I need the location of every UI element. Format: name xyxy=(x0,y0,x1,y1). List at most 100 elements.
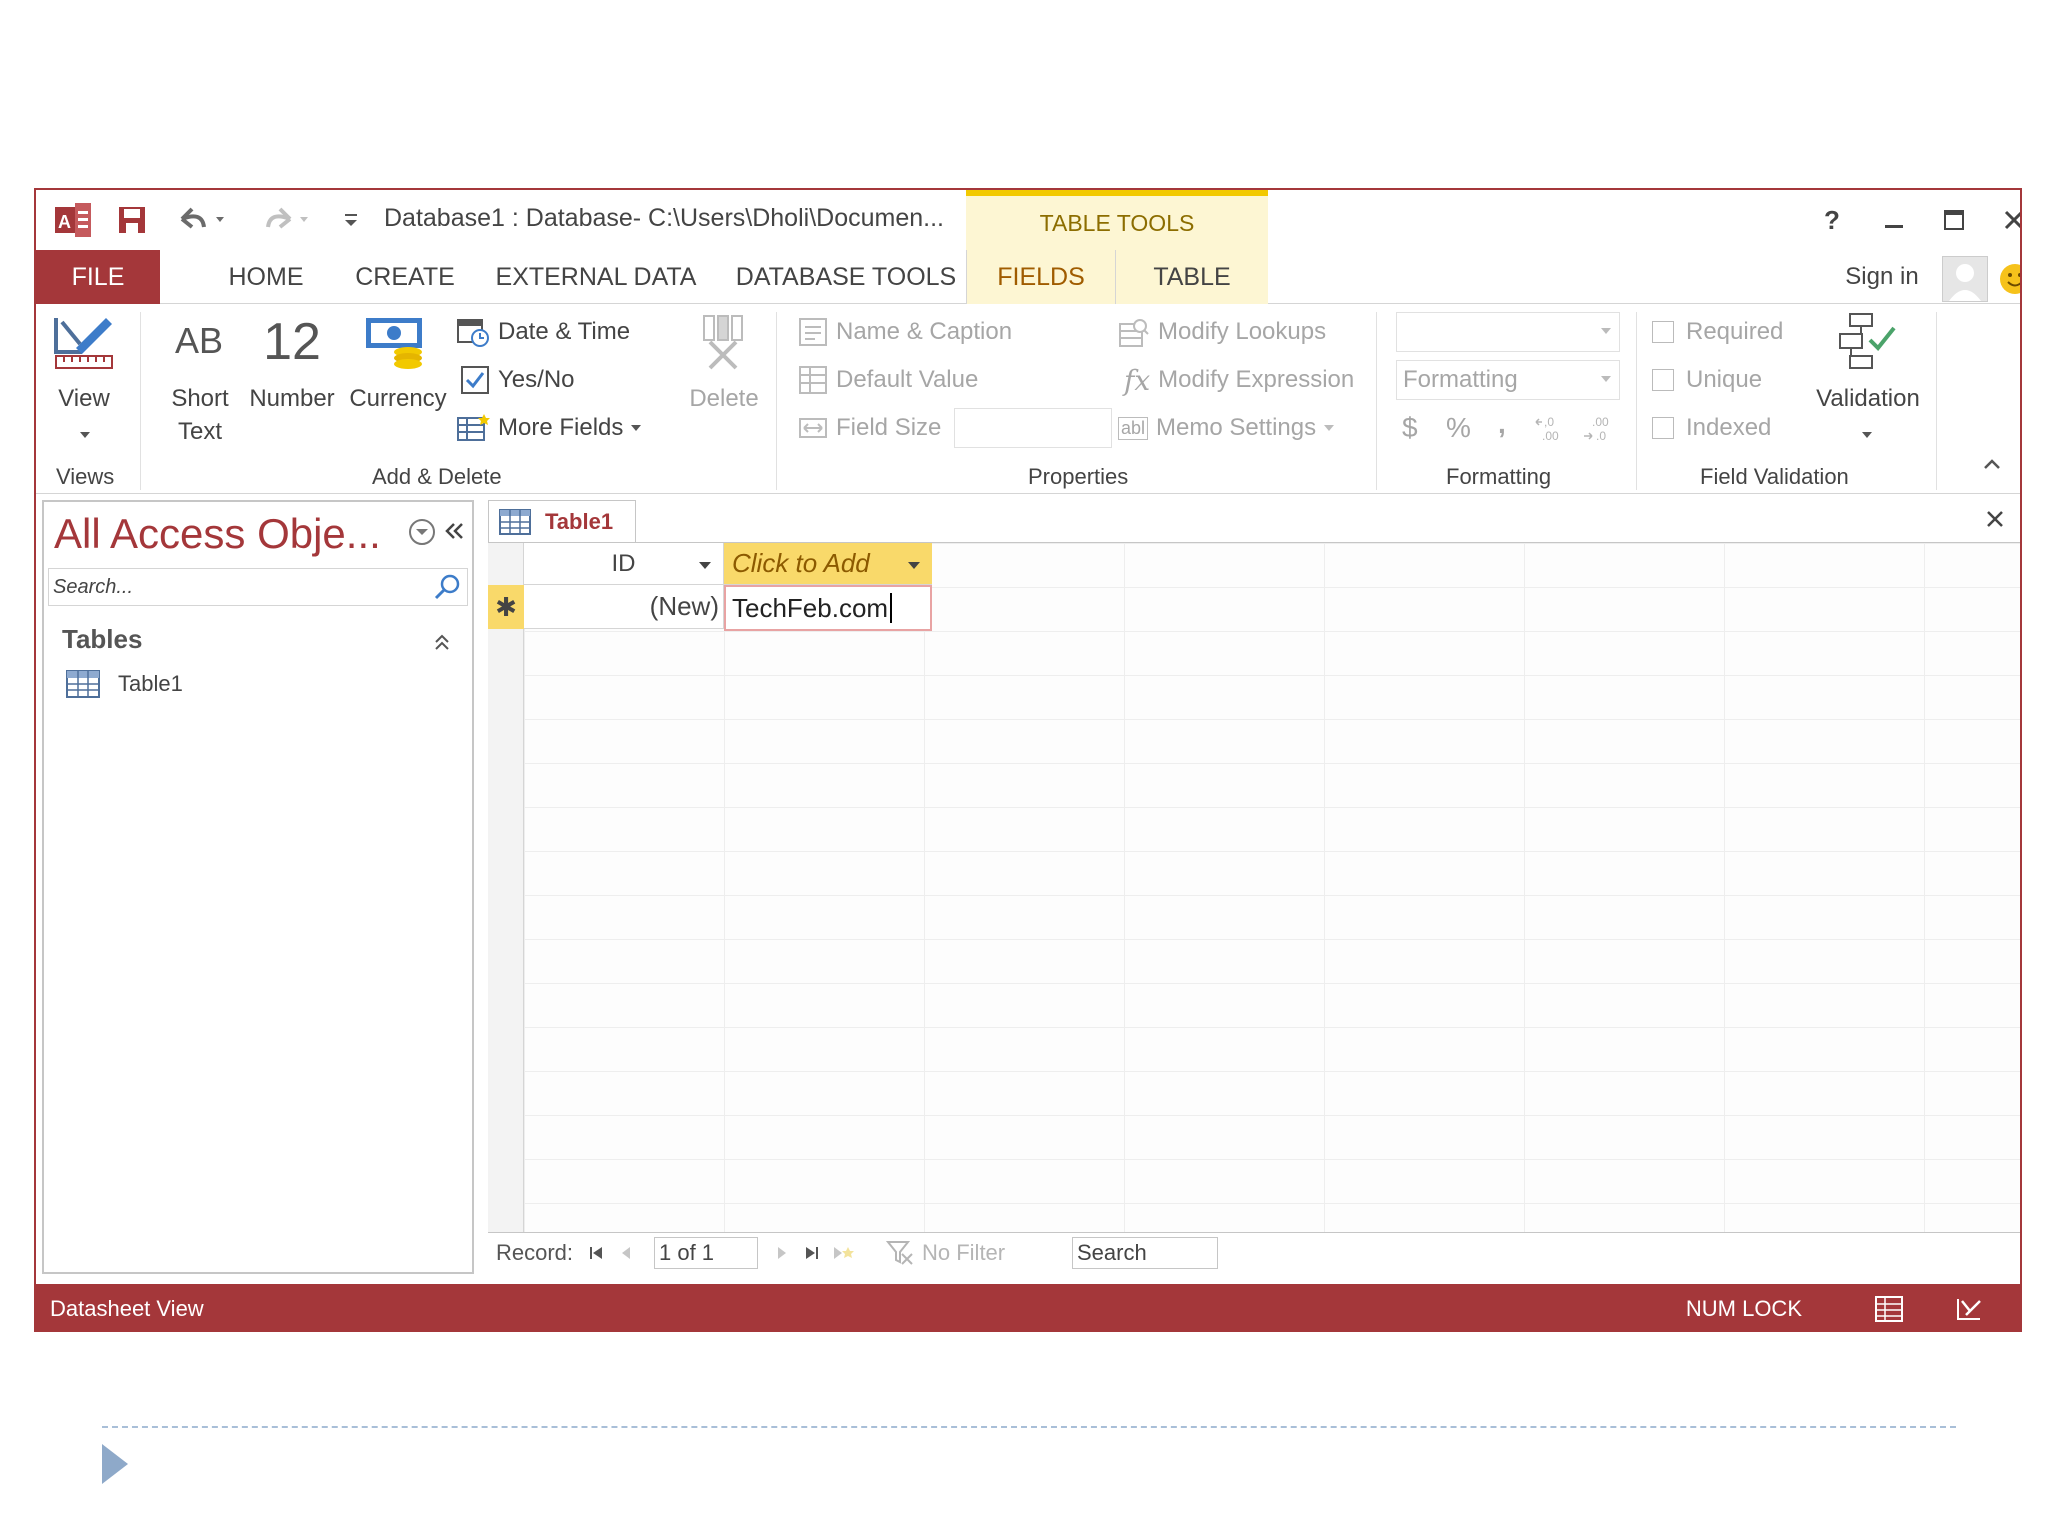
status-view-text: Datasheet View xyxy=(50,1296,204,1321)
collapse-section-icon[interactable] xyxy=(430,630,454,654)
indexed-checkbox[interactable]: Indexed xyxy=(1652,410,1771,446)
modify-expression-button[interactable]: fx Modify Expression xyxy=(1124,362,1354,398)
decrease-decimals-icon[interactable]: .00.0 xyxy=(1582,414,1618,444)
save-icon[interactable] xyxy=(112,202,152,238)
memo-settings-dropdown-icon xyxy=(1324,425,1335,431)
table-tools-context: TABLE TOOLS xyxy=(966,190,1268,250)
new-record-icon[interactable] xyxy=(832,1233,856,1273)
name-caption-button[interactable]: Name & Caption xyxy=(798,314,1012,350)
data-type-dropdown[interactable] xyxy=(1396,312,1620,352)
minimize-button[interactable] xyxy=(1874,202,1914,238)
short-text-button[interactable]: Short Text xyxy=(154,382,246,448)
design-view-status-icon[interactable] xyxy=(1952,1292,1986,1326)
view-dropdown-icon[interactable] xyxy=(80,432,90,438)
unique-checkbox[interactable]: Unique xyxy=(1652,362,1762,398)
datasheet-view-icon[interactable] xyxy=(1872,1292,1906,1326)
previous-record-icon[interactable] xyxy=(620,1233,632,1273)
currency-icon[interactable] xyxy=(362,312,426,372)
column-id-dropdown-icon[interactable] xyxy=(699,562,711,569)
close-window-button[interactable] xyxy=(1994,202,2020,238)
design-view-icon[interactable] xyxy=(52,312,116,376)
document-tab-table1[interactable]: Table1 xyxy=(488,500,636,542)
avatar[interactable] xyxy=(1942,256,1988,302)
validation-button[interactable]: Validation xyxy=(1808,382,1928,415)
increase-decimals-icon[interactable]: ,0.00 xyxy=(1534,414,1570,444)
click-to-add-dropdown-icon[interactable] xyxy=(908,562,920,569)
formatting-dropdown[interactable]: Formatting xyxy=(1396,360,1620,400)
svg-text:.00: .00 xyxy=(1542,429,1559,443)
tab-create[interactable]: CREATE xyxy=(336,250,474,304)
comma-format-button[interactable]: , xyxy=(1498,406,1506,442)
cell-id-new[interactable]: (New) xyxy=(524,585,724,629)
column-header-id[interactable]: ID xyxy=(524,543,724,585)
more-fields-button[interactable]: More Fields xyxy=(456,410,642,446)
group-formatting-label: Formatting xyxy=(1446,464,1552,489)
tab-database-tools[interactable]: DATABASE TOOLS xyxy=(726,250,966,304)
help-button[interactable]: ? xyxy=(1812,202,1852,238)
column-header-click-to-add[interactable]: Click to Add xyxy=(724,543,932,585)
delete-field-icon[interactable] xyxy=(696,312,750,372)
currency-button[interactable]: Currency xyxy=(346,382,450,415)
customize-qat-icon[interactable] xyxy=(336,202,366,238)
view-button[interactable]: View xyxy=(46,382,122,415)
search-icon[interactable] xyxy=(430,570,466,604)
more-fields-table-icon xyxy=(456,412,490,444)
number-button[interactable]: Number xyxy=(240,382,344,415)
access-logo-icon[interactable]: A xyxy=(52,202,96,238)
current-record-input[interactable]: 1 of 1 xyxy=(654,1237,758,1269)
validation-icon[interactable] xyxy=(1836,310,1900,376)
tab-table[interactable]: TABLE xyxy=(1116,250,1268,304)
last-record-icon[interactable] xyxy=(804,1233,820,1273)
required-checkbox[interactable]: Required xyxy=(1652,314,1783,350)
tab-fields[interactable]: FIELDS xyxy=(966,250,1116,304)
modify-lookups-button[interactable]: Modify Lookups xyxy=(1118,314,1326,350)
modify-lookups-label: Modify Lookups xyxy=(1158,318,1327,345)
cell-editing[interactable]: TechFeb.com xyxy=(724,585,932,631)
name-caption-icon xyxy=(798,317,828,347)
yes-no-button[interactable]: Yes/No xyxy=(460,362,575,398)
record-search-input[interactable]: Search xyxy=(1072,1237,1218,1269)
memo-settings-label: Memo Settings xyxy=(1156,414,1317,441)
undo-icon[interactable] xyxy=(174,202,230,238)
nav-pane-menu-icon[interactable] xyxy=(408,518,436,546)
field-size-input[interactable] xyxy=(954,408,1112,448)
currency-format-button[interactable]: $ xyxy=(1402,410,1418,446)
next-record-icon[interactable] xyxy=(776,1233,788,1273)
slide-divider xyxy=(102,1426,1956,1428)
nav-search-input[interactable]: Search... xyxy=(48,568,468,606)
tab-home[interactable]: HOME xyxy=(200,250,332,304)
group-properties-label: Properties xyxy=(1028,464,1129,489)
no-filter-button[interactable]: No Filter xyxy=(886,1233,1005,1273)
short-text-icon[interactable]: AB xyxy=(164,320,234,362)
datasheet-grid[interactable]: ID Click to Add ✱ (New) TechFeb.com xyxy=(488,542,2020,1232)
date-time-button[interactable]: Date & Time xyxy=(456,314,630,350)
nav-pane-title[interactable]: All Access Obje... xyxy=(54,510,381,558)
redo-icon[interactable] xyxy=(258,202,314,238)
chevron-down-icon xyxy=(1601,376,1611,382)
num-lock-indicator: NUM LOCK xyxy=(1685,1296,1802,1321)
field-size-button[interactable]: Field Size xyxy=(798,410,941,446)
nav-item-table1[interactable]: Table1 xyxy=(66,664,183,704)
row-selector-column[interactable] xyxy=(488,543,524,1232)
group-separator xyxy=(1376,312,1377,490)
first-record-icon[interactable] xyxy=(588,1233,604,1273)
nav-section-tables[interactable]: Tables xyxy=(62,624,142,655)
number-icon[interactable]: 12 xyxy=(248,314,336,370)
collapse-ribbon-icon[interactable] xyxy=(1980,454,2004,474)
smiley-feedback-icon[interactable] xyxy=(1998,262,2020,296)
close-document-icon[interactable] xyxy=(1984,504,2006,538)
tab-external-data[interactable]: EXTERNAL DATA xyxy=(486,250,706,304)
access-window: A Database1 : Database- C:\Users\Dholi\D… xyxy=(34,188,2022,1332)
group-views-label: Views xyxy=(56,464,115,489)
memo-settings-button[interactable]: abl Memo Settings xyxy=(1118,410,1335,446)
sign-in-link[interactable]: Sign in xyxy=(1822,250,1942,304)
new-record-selector[interactable]: ✱ xyxy=(488,585,524,629)
default-value-label: Default Value xyxy=(836,366,979,393)
delete-button[interactable]: Delete xyxy=(686,382,762,415)
maximize-button[interactable] xyxy=(1934,202,1974,238)
shutter-bar-close-icon[interactable] xyxy=(440,516,468,546)
tab-file[interactable]: FILE xyxy=(36,250,160,304)
percent-format-button[interactable]: % xyxy=(1446,410,1471,446)
validation-dropdown-icon[interactable] xyxy=(1862,432,1872,438)
default-value-button[interactable]: Default Value xyxy=(798,362,978,398)
